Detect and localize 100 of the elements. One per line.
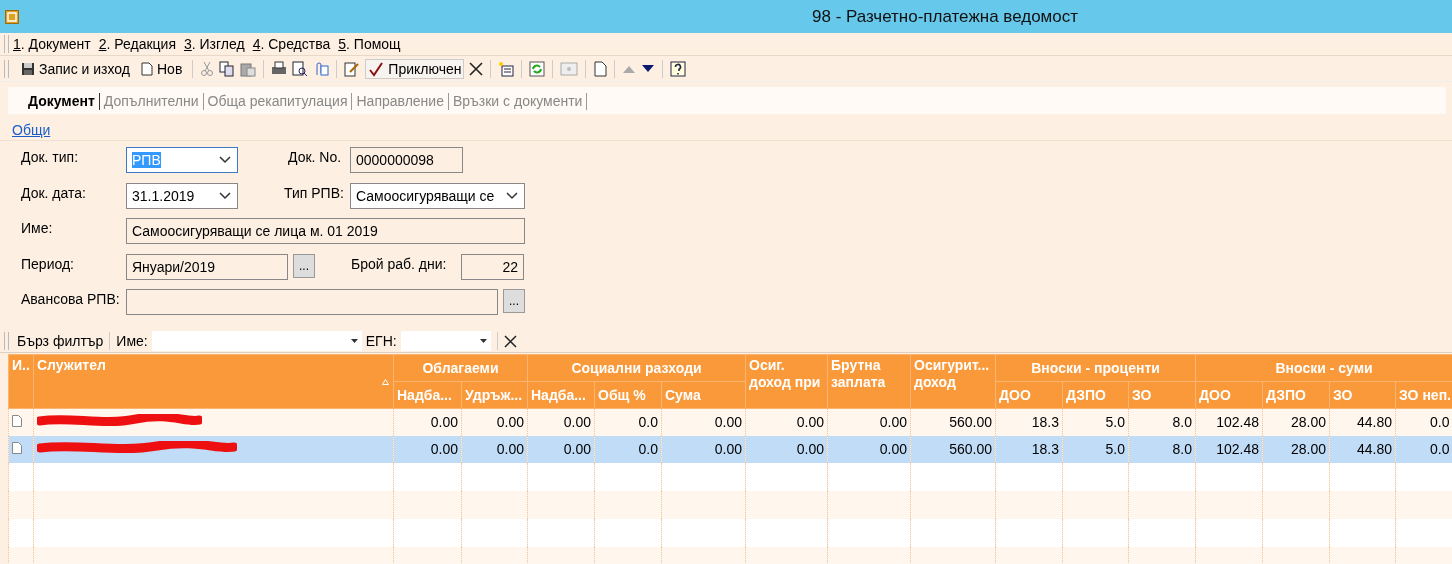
table-cell: 0.0 [594,435,662,463]
menu-item[interactable]: 3. Изглед [183,36,245,52]
column-header[interactable]: ДЗПО [1062,381,1129,409]
blank-page-icon [141,62,153,76]
column-header[interactable]: Сума [661,381,746,409]
column-header[interactable]: ДОО [1195,381,1263,409]
column-header[interactable]: ЗО [1329,381,1396,409]
field-label: Док. No. [288,148,343,165]
table-cell: 102.48 [1195,435,1263,463]
down-arrow-icon[interactable] [641,64,656,74]
table-cell: 0.0 [1395,408,1452,436]
browse-button[interactable]: ... [503,289,525,313]
browse-button[interactable]: ... [293,253,315,278]
print-preview-icon[interactable] [292,61,309,77]
doc-date-dropdown[interactable]: 31.1.2019 [126,182,238,209]
doc-type-dropdown[interactable]: РПВ [126,147,238,173]
chevron-down-icon [506,191,518,200]
table-cell: 0.00 [393,408,462,436]
advance-rpv-field[interactable] [126,289,498,315]
column-header[interactable]: Служител [33,354,394,409]
scissors-icon[interactable] [200,61,215,77]
table-row[interactable]: 0.00 0.00 0.00 0.0 0.00 0.00 0.00 560.00 18.3 5.0 8.0 102.48 28.00 44.80 0.0 [8,408,1452,436]
column-group-header: Социални разходи [527,354,746,382]
new-button[interactable]: Нов [138,59,186,79]
print-icon[interactable] [271,61,288,77]
field-label: Авансова РПВ: [21,290,121,307]
table-cell: 8.0 [1128,408,1196,436]
table-row[interactable]: 0.00 0.00 0.00 0.0 0.00 0.00 0.00 560.00 18.3 5.0 8.0 102.48 28.00 44.80 0.0 [8,435,1452,463]
caret-icon [350,339,358,343]
calculator-icon[interactable] [498,61,515,77]
table-cell: 0.00 [461,435,528,463]
column-header[interactable]: Общ % [594,381,662,409]
table-cell: 560.00 [910,435,996,463]
document-icon [12,415,22,428]
column-header[interactable]: И.. [8,354,34,409]
tab[interactable]: Допълнителни [99,93,204,110]
tab[interactable]: Документ [28,93,100,110]
checkmark-icon [368,61,385,77]
table-cell: 0.00 [827,408,911,436]
table-cell: 560.00 [910,408,996,436]
paperclip-icon[interactable] [313,61,330,77]
column-header[interactable]: ДЗПО [1262,381,1330,409]
column-header[interactable]: Осигурит... доход [910,354,996,409]
window-title: 98 - Разчетно-платежна ведомост [812,6,1079,27]
help-icon[interactable] [670,61,687,77]
menu-item[interactable]: 4. Средства [252,36,331,52]
table-cell: 0.00 [393,435,462,463]
table-cell: 0.00 [745,408,828,436]
filter-label: Име: [116,333,148,349]
field-label: Тип РПВ: [284,183,345,201]
work-days-field[interactable]: 22 [461,253,524,280]
table-cell: 0.0 [594,408,662,436]
save-exit-button[interactable]: Запис и изход [18,59,133,79]
table-cell: 0.0 [1395,435,1452,463]
table-cell: 18.3 [995,408,1063,436]
table-cell: 28.00 [1262,408,1330,436]
column-header[interactable]: Удръж... [461,381,528,409]
name-field[interactable]: Самоосигуряващи се лица м. 01 2019 [126,218,525,244]
table-cell: 28.00 [1262,435,1330,463]
app-icon [5,9,19,24]
tab[interactable]: Направление [352,93,449,110]
column-header[interactable]: ДОО [995,381,1063,409]
period-field[interactable]: Януари/2019 [126,253,288,280]
field-label: Брой раб. дни: [351,254,448,272]
close-icon[interactable] [469,62,484,76]
table-cell: 0.00 [661,408,746,436]
menu-item[interactable]: 2. Редакция [98,36,176,52]
table-cell: 102.48 [1195,408,1263,436]
copy-icon[interactable] [219,61,236,77]
column-header[interactable]: Осиг. доход при [745,354,828,409]
table-cell: 44.80 [1329,435,1396,463]
chevron-down-icon [219,156,231,164]
field-label: Док. дата: [21,183,87,201]
tab[interactable]: Връзки с документи [448,93,588,110]
table-cell: 0.00 [461,408,528,436]
table-cell: 0.00 [745,435,828,463]
table-cell: 0.00 [527,435,595,463]
column-header[interactable]: Надба... [393,381,462,409]
section-link[interactable]: Общи [12,122,51,138]
rpv-type-dropdown[interactable]: Самоосигуряващи се [350,182,525,209]
field-label: Период: [21,254,75,272]
table-cell: 5.0 [1062,408,1129,436]
edit-icon[interactable] [344,61,361,77]
finalized-toggle-button[interactable]: Приключен [365,59,465,79]
doc-number-field[interactable]: 0000000098 [350,147,463,173]
menu-item[interactable]: 5. Помощ [338,36,401,52]
tab[interactable]: Обща рекапитулация [203,93,353,110]
table-cell: 8.0 [1128,435,1196,463]
column-group-header: Облагаеми [393,354,528,382]
column-header[interactable]: Надба... [527,381,595,409]
new-page-icon[interactable] [593,61,608,77]
chevron-down-icon [219,191,231,200]
table-cell: 0.00 [661,435,746,463]
column-header[interactable]: Брутна заплата [827,354,911,409]
refresh-icon[interactable] [529,61,546,77]
menu-item[interactable]: 1. Документ [13,36,91,52]
table-cell: 0.00 [827,435,911,463]
column-header[interactable]: ЗО [1128,381,1196,409]
field-label: Име: [21,219,54,236]
clear-filter-icon[interactable] [503,334,517,348]
